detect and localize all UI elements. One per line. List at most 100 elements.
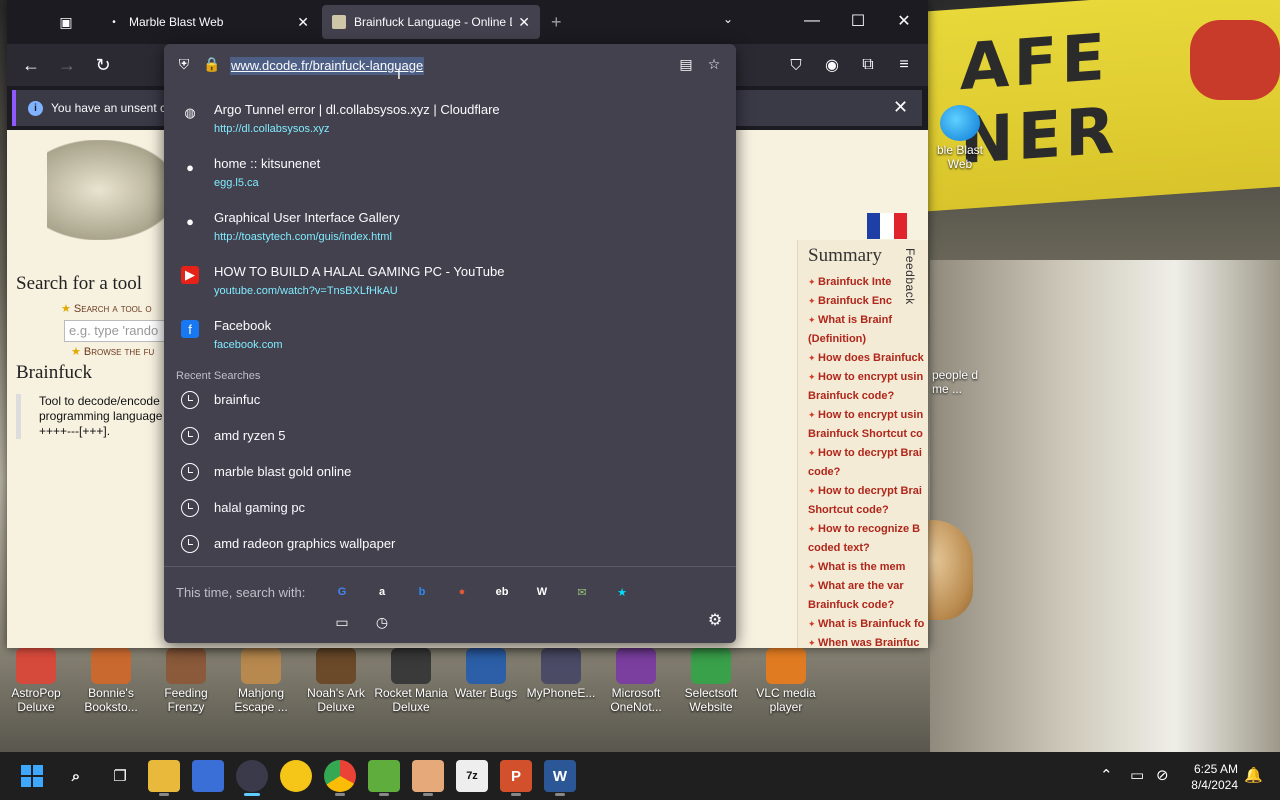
summary-link[interactable]: What is Brainf (Definition) [808, 311, 928, 349]
search-tool-link[interactable]: ★ Search a tool o [61, 302, 152, 315]
desktop-icon[interactable]: Microsoft OneNot... [597, 648, 675, 714]
ebay-icon[interactable]: eb [492, 582, 512, 602]
desktop-icon[interactable]: Rocket Mania Deluxe [372, 648, 450, 714]
feedback-tab[interactable]: Feedback [903, 248, 917, 305]
chevron-up-icon[interactable]: ⌃ [1100, 766, 1113, 784]
suggestion-item[interactable]: f Facebook facebook.com [172, 310, 728, 362]
summary-link[interactable]: How does Brainfuck [808, 349, 928, 368]
summary-link[interactable]: How to encrypt usin Brainfuck Shortcut c… [808, 406, 928, 444]
account-icon[interactable]: ◉ [817, 50, 847, 80]
tab-close-icon[interactable]: ✕ [297, 14, 309, 31]
recent-search-item[interactable]: marble blast gold online [172, 454, 728, 490]
bing-icon[interactable]: b [412, 582, 432, 602]
character-app-icon[interactable] [412, 760, 444, 796]
file-explorer-icon[interactable] [148, 760, 180, 796]
game-icon[interactable] [368, 760, 400, 796]
chevron-down-icon[interactable]: ⌄ [723, 12, 733, 26]
summary-link[interactable]: What is the mem [808, 558, 928, 577]
back-button[interactable]: ← [16, 50, 46, 80]
bookmark-star-icon[interactable]: ☆ [704, 54, 724, 74]
duckduckgo-icon[interactable]: ● [452, 582, 472, 602]
youtube-icon: ▶ [181, 266, 199, 284]
search-icon[interactable]: ⌕ [60, 760, 92, 792]
suggestion-item[interactable]: ● home :: kitsunenet egg.l5.ca [172, 148, 728, 200]
summary-link[interactable]: How to recognize B coded text? [808, 520, 928, 558]
recent-search-item[interactable]: brainfuc [172, 382, 728, 418]
recent-search-text: marble blast gold online [214, 464, 352, 479]
firefox-icon[interactable] [236, 760, 268, 796]
tab-favicon-icon [332, 15, 346, 29]
media-app-icon[interactable] [280, 760, 312, 792]
desktop-icon[interactable]: Water Bugs [447, 648, 525, 700]
desktop-icon-edge[interactable]: ble Blast Web [925, 105, 995, 171]
french-flag-icon[interactable] [867, 213, 907, 239]
custom-engine-icon[interactable]: ✉ [572, 582, 592, 602]
desktop-icon[interactable]: VLC media player [747, 648, 825, 714]
history-mode-icon[interactable]: ◷ [372, 612, 392, 632]
tab-brainfuck[interactable]: Brainfuck Language - Online De ✕ [322, 5, 540, 39]
desktop-icon[interactable]: Feeding Frenzy [147, 648, 225, 714]
desktop-icon[interactable]: Mahjong Escape ... [222, 648, 300, 714]
tab-list-icon[interactable]: ▣ [54, 10, 78, 34]
summary-link[interactable]: What are the var Brainfuck code? [808, 577, 928, 615]
amazon-icon[interactable]: a [372, 582, 392, 602]
summary-link[interactable]: How to decrypt Brai code? [808, 444, 928, 482]
recent-search-item[interactable]: halal gaming pc [172, 490, 728, 526]
suggestion-item[interactable]: ◍ Argo Tunnel error | dl.collabsysos.xyz … [172, 94, 728, 146]
word-icon[interactable]: W [544, 760, 576, 796]
recent-search-item[interactable]: amd radeon graphics wallpaper [172, 526, 728, 562]
pocket-icon[interactable]: ⛉ [781, 50, 811, 80]
forward-button[interactable]: → [52, 50, 82, 80]
lock-icon[interactable]: 🔒 [202, 54, 222, 74]
wikipedia-icon[interactable]: W [532, 582, 552, 602]
summary-link[interactable]: When was Brainfuc [808, 634, 928, 648]
powerpoint-icon[interactable]: P [500, 760, 532, 796]
store-icon[interactable] [192, 760, 224, 792]
new-tab-button[interactable]: + [551, 12, 562, 33]
summary-link[interactable]: What is Brainfuck fo [808, 615, 928, 634]
site-icon: ● [186, 159, 194, 175]
desktop-icon[interactable]: MyPhoneE... [522, 648, 600, 700]
address-bar[interactable]: ⛨ 🔒 www.dcode.fr/brainfuck-language ▤ ☆ [164, 44, 736, 86]
shield-icon[interactable]: ⛨ [174, 54, 194, 74]
desktop-icon[interactable]: Selectsoft Website [672, 648, 750, 714]
desktop-icon[interactable]: AstroPop Deluxe [0, 648, 75, 714]
minimize-button[interactable]: — [790, 6, 834, 36]
tab-close-icon[interactable]: ✕ [518, 14, 530, 31]
desktop-icon[interactable]: Bonnie's Booksto... [72, 648, 150, 714]
clock-date: 8/4/2024 [1191, 778, 1238, 792]
notification-bell-icon[interactable]: 🔔 [1244, 766, 1263, 784]
tab-marble-blast[interactable]: • Marble Blast Web ✕ [97, 5, 319, 39]
suggestion-title: Facebook [214, 318, 272, 333]
close-icon[interactable]: ✕ [893, 97, 908, 118]
suggestion-item[interactable]: ▶ HOW TO BUILD A HALAL GAMING PC - YouTub… [172, 256, 728, 308]
recent-search-item[interactable]: amd ryzen 5 [172, 418, 728, 454]
extensions-icon[interactable]: ⧉ [853, 50, 883, 80]
gear-icon[interactable]: ⚙ [704, 609, 726, 631]
desktop-icon[interactable]: Noah's Ark Deluxe [297, 648, 375, 714]
browse-link[interactable]: ★ Browse the fu [71, 345, 154, 358]
google-icon[interactable]: G [332, 582, 352, 602]
menu-icon[interactable]: ≡ [889, 50, 919, 80]
summary-link[interactable]: How to decrypt Brai Shortcut code? [808, 482, 928, 520]
suggestion-item[interactable]: ● Graphical User Interface Gallery http://… [172, 202, 728, 254]
recent-search-text: amd ryzen 5 [214, 428, 286, 443]
reader-view-icon[interactable]: ▤ [676, 54, 696, 74]
tabs-mode-icon[interactable]: ▭ [332, 612, 352, 632]
app-icon [691, 648, 731, 684]
network-icon[interactable]: ▭ [1130, 766, 1144, 784]
maximize-button[interactable]: ☐ [836, 6, 880, 36]
7zip-icon[interactable]: 7z [456, 760, 488, 792]
summary-link[interactable]: How to encrypt usin Brainfuck code? [808, 368, 928, 406]
close-window-button[interactable]: ✕ [882, 6, 926, 36]
tool-search-input[interactable]: e.g. type 'rando [64, 320, 174, 342]
start-button[interactable] [16, 760, 48, 792]
suggestion-title: home :: kitsunenet [214, 156, 321, 171]
clock[interactable]: 6:25 AM 8/4/2024 [1182, 761, 1238, 793]
url-input[interactable]: www.dcode.fr/brainfuck-language [230, 57, 425, 75]
reload-button[interactable]: ↻ [88, 50, 118, 80]
chrome-icon[interactable] [324, 760, 356, 796]
task-view-icon[interactable]: ❐ [104, 760, 136, 792]
bookmark-star-icon[interactable]: ★ [612, 582, 632, 602]
volume-icon[interactable]: ⊘ [1156, 766, 1169, 784]
